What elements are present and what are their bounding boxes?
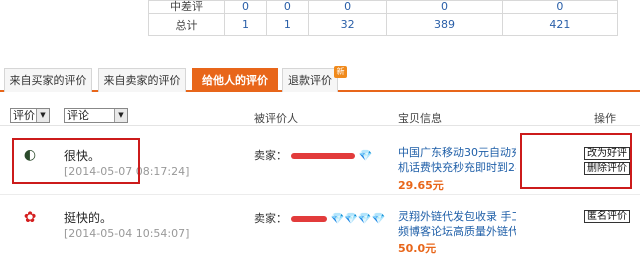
- column-header-actions: 操作: [594, 112, 616, 125]
- item-title-line: 灵翔外链代发包收录 手工 视: [398, 210, 516, 223]
- rating-filter-value: 评价: [13, 109, 35, 122]
- stats-cell[interactable]: 32: [307, 13, 388, 36]
- column-header-item: 宝贝信息: [398, 112, 442, 125]
- annotation-box-actions: [520, 133, 632, 189]
- stats-row-total: 总计 1 1 32 389 421: [148, 13, 619, 36]
- table-row: ✿ 挺快的。 [2014-05-04 10:54:07] 卖家： 💎💎💎💎 灵翔…: [0, 203, 640, 264]
- seller-label: 卖家：: [254, 149, 287, 162]
- diamond-icon: 💎💎💎💎: [330, 212, 386, 225]
- item-title-link[interactable]: 灵翔外链代发包收录 手工 视 频博客论坛高质量外链代...: [398, 209, 516, 239]
- rating-stats-table: 中差评 0 0 0 0 0 总计 1 1 32 389 421: [148, 0, 619, 36]
- annotation-box-comment: [12, 138, 140, 184]
- comment-filter-select[interactable]: 评论 ▼: [64, 108, 128, 123]
- stats-row-partial: 中差评 0 0 0 0 0: [148, 0, 619, 14]
- stats-cell[interactable]: 1: [224, 13, 267, 36]
- stats-cell[interactable]: 421: [501, 13, 619, 36]
- item-title-line: 频博客论坛高质量外链代...: [398, 225, 516, 238]
- stats-row-label: 总计: [148, 13, 225, 36]
- item-title-link[interactable]: 中国广东移动30元自动充值手 机话费快充秒充即时到28...: [398, 145, 516, 175]
- comment-filter-value: 评论: [67, 109, 89, 122]
- chevron-down-icon: ▼: [36, 109, 49, 122]
- item-price: 50.0元: [398, 242, 437, 255]
- tab-given-to-others[interactable]: 给他人的评价: [192, 68, 278, 92]
- review-comment: 挺快的。: [64, 211, 113, 225]
- stats-cell[interactable]: 1: [265, 13, 309, 36]
- item-title-line: 中国广东移动30元自动充值手: [398, 146, 516, 159]
- item-price: 29.65元: [398, 179, 444, 192]
- chevron-down-icon: ▼: [114, 109, 127, 122]
- column-header-reviewed: 被评价人: [254, 112, 298, 125]
- review-tabs: 来自买家的评价 来自卖家的评价 给他人的评价 退款评价: [0, 68, 640, 92]
- seller-label: 卖家：: [254, 212, 287, 225]
- anonymous-review-button[interactable]: 匿名评价: [584, 210, 630, 223]
- stats-row-label: 中差评: [148, 0, 225, 14]
- rating-filter-select[interactable]: 评价 ▼: [10, 108, 50, 123]
- red-flower-icon: ✿: [23, 208, 37, 226]
- stats-cell[interactable]: 0: [501, 0, 619, 14]
- list-header: 评价 ▼ 评论 ▼ 被评价人 宝贝信息 操作: [0, 104, 640, 126]
- stats-cell[interactable]: 0: [224, 0, 267, 14]
- diamond-icon: 💎: [358, 149, 373, 162]
- stats-cell[interactable]: 389: [386, 13, 503, 36]
- tab-refund-reviews[interactable]: 退款评价: [282, 68, 338, 92]
- redacted-seller-name[interactable]: [291, 153, 355, 159]
- review-date: [2014-05-04 10:54:07]: [64, 227, 190, 240]
- stats-cell[interactable]: 0: [386, 0, 503, 14]
- reviewed-seller: 卖家： 💎: [254, 147, 372, 163]
- tab-from-sellers[interactable]: 来自卖家的评价: [98, 68, 186, 92]
- new-badge: 新: [334, 66, 347, 78]
- item-title-line: 机话费快充秒充即时到28...: [398, 161, 516, 174]
- reviewed-seller: 卖家： 💎💎💎💎: [254, 210, 385, 226]
- tab-from-buyers[interactable]: 来自买家的评价: [4, 68, 92, 92]
- stats-cell[interactable]: 0: [307, 0, 388, 14]
- stats-cell[interactable]: 0: [265, 0, 309, 14]
- redacted-seller-name[interactable]: [291, 216, 327, 222]
